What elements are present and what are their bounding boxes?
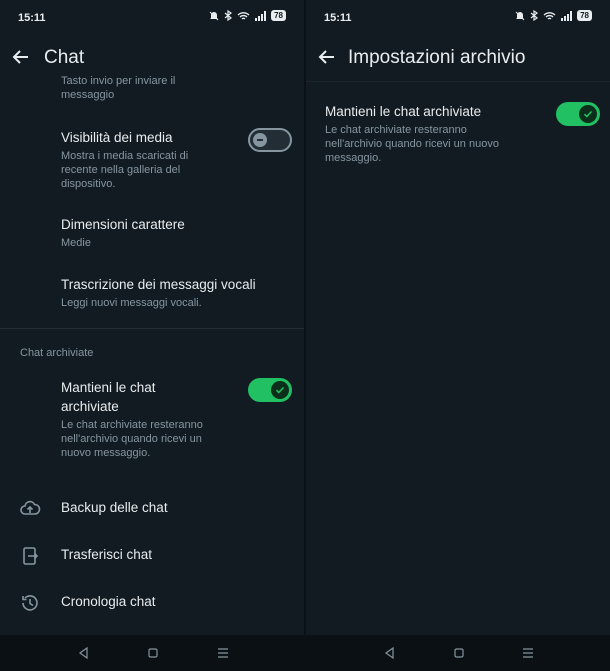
setting-description: Leggi nuovi messaggi vocali. [61, 297, 202, 309]
setting-title: Dimensioni carattere [61, 217, 185, 232]
status-time: 15:11 [18, 12, 46, 24]
wifi-icon [237, 11, 250, 20]
battery-indicator: 78 [577, 10, 592, 21]
description-line: messaggio. [325, 152, 382, 164]
divider [0, 328, 304, 329]
cloud-upload-icon [20, 500, 41, 515]
back-arrow-icon[interactable] [10, 46, 32, 68]
divider [306, 81, 610, 82]
description-line: Le chat archiviate resteranno [61, 419, 203, 431]
description-line: recente nella galleria del [61, 164, 181, 176]
navigation-bar [306, 635, 610, 671]
media-visibility-toggle[interactable] [248, 128, 292, 152]
phone-transfer-icon [23, 547, 39, 565]
app-bar: Impostazioni archivio [306, 34, 610, 82]
check-icon [275, 386, 285, 394]
setting-description: Mostra i media scaricati di recente nell… [61, 149, 290, 191]
chat-settings-screen: 15:11 78 Chat Tasto invio per inviare il… [0, 0, 304, 671]
status-bar: 15:11 78 [306, 0, 610, 34]
nav-menu-icon[interactable] [520, 645, 536, 661]
setting-title: Mantieni le chat archiviate [325, 104, 482, 119]
transfer-chats-item[interactable]: Trasferisci chat [0, 536, 304, 576]
mute-icon [515, 11, 525, 20]
history-icon [22, 595, 38, 611]
toggle-knob [271, 381, 289, 399]
status-bar: 15:11 78 [0, 0, 304, 34]
status-icons: 78 [515, 10, 592, 21]
nav-home-icon[interactable] [451, 645, 467, 661]
chat-history-item[interactable]: Cronologia chat [0, 583, 304, 623]
item-label: Trasferisci chat [61, 547, 153, 562]
setting-description: Le chat archiviate resteranno nell'archi… [325, 123, 550, 165]
wifi-icon [543, 11, 556, 20]
voice-transcription-setting[interactable]: Trascrizione dei messaggi vocali Leggi n… [61, 275, 290, 310]
nav-back-icon[interactable] [76, 645, 92, 661]
check-icon [583, 110, 593, 118]
description-line: nell'archivio quando ricevi un [61, 433, 202, 445]
bluetooth-icon [224, 10, 233, 21]
archive-settings-screen: 15:11 78 Impostazioni archivio Mantieni … [306, 0, 610, 671]
nav-menu-icon[interactable] [215, 645, 231, 661]
status-icons: 78 [209, 10, 286, 21]
nav-back-icon[interactable] [382, 645, 398, 661]
description-line: Le chat archiviate resteranno [325, 124, 467, 136]
keep-archived-toggle[interactable] [556, 102, 600, 126]
navigation-bar [0, 635, 304, 671]
enter-to-send-setting[interactable]: Tasto invio per inviare il messaggio [61, 74, 290, 102]
description-line: nuovo messaggio. [61, 447, 151, 459]
status-time: 15:11 [324, 12, 352, 24]
setting-title: Trascrizione dei messaggi vocali [61, 277, 256, 292]
setting-description: Le chat archiviate resteranno nell'archi… [61, 418, 290, 460]
setting-description: messaggio [61, 89, 115, 101]
chat-backup-item[interactable]: Backup delle chat [0, 489, 304, 529]
section-header-archived: Chat archiviate [20, 347, 94, 359]
battery-indicator: 78 [271, 10, 286, 21]
description-line: dispositivo. [61, 178, 116, 190]
keep-archived-toggle[interactable] [248, 378, 292, 402]
keep-archived-setting[interactable]: Mantieni le chat archiviate Le chat arch… [325, 102, 550, 165]
item-label: Backup delle chat [61, 500, 168, 515]
description-line: nell'archivio quando ricevi un nuovo [325, 138, 499, 150]
toggle-knob [253, 133, 267, 147]
back-arrow-icon[interactable] [316, 46, 338, 68]
mute-icon [209, 11, 219, 20]
nav-home-icon[interactable] [145, 645, 161, 661]
setting-description: Tasto invio per inviare il [61, 75, 176, 87]
setting-description: Medie [61, 237, 91, 249]
page-title: Chat [44, 47, 85, 68]
bluetooth-icon [530, 10, 539, 21]
page-title: Impostazioni archivio [348, 47, 526, 68]
item-label: Cronologia chat [61, 594, 156, 609]
signal-icon [255, 10, 267, 21]
font-size-setting[interactable]: Dimensioni carattere Medie [61, 215, 290, 250]
toggle-knob [579, 105, 597, 123]
signal-icon [561, 10, 573, 21]
